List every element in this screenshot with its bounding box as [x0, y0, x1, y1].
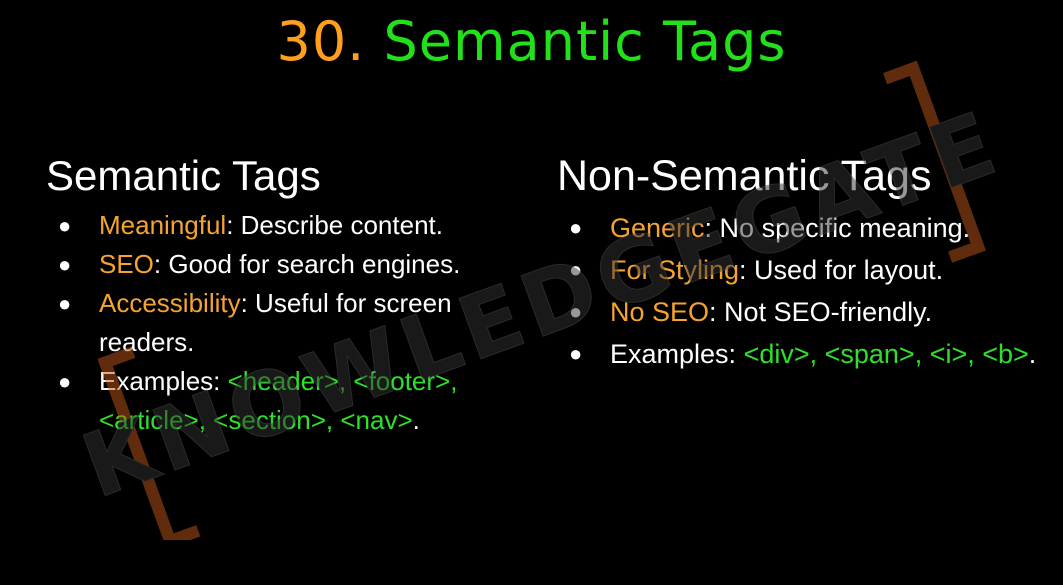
- list-item: ● No SEO: Not SEO-friendly.: [557, 291, 1037, 333]
- non-semantic-tags-list: ● Generic: No specific meaning. ● For Styl…: [557, 207, 1037, 375]
- bullet-dot-icon: ●: [569, 257, 583, 282]
- semantic-tags-heading: Semantic Tags: [46, 152, 321, 199]
- slide-number: 30.: [276, 10, 366, 73]
- slide-title-text: Semantic Tags: [383, 10, 787, 73]
- semantic-tags-column: Semantic Tags ● Meaningful: Describe cont…: [46, 152, 516, 440]
- bullet-dot-icon: ●: [58, 369, 72, 394]
- non-semantic-tags-heading: Non-Semantic Tags: [557, 152, 932, 200]
- bullet-dot-icon: ●: [569, 299, 583, 324]
- list-item: ● Meaningful: Describe content.: [46, 206, 516, 245]
- list-item: ● Examples: <header>, <footer>, <article>…: [46, 362, 516, 440]
- bullet-dot-icon: ●: [58, 252, 72, 277]
- semantic-tags-list: ● Meaningful: Describe content. ● SEO: Goo…: [46, 206, 516, 440]
- list-item: ● Accessibility: Useful for screen reader…: [46, 284, 516, 362]
- bullet-dot-icon: ●: [569, 215, 583, 240]
- bullet-dot-icon: ●: [58, 213, 72, 238]
- list-item: ● Generic: No specific meaning.: [557, 207, 1037, 249]
- list-item: ● SEO: Good for search engines.: [46, 245, 516, 284]
- list-item: ● For Styling: Used for layout.: [557, 249, 1037, 291]
- non-semantic-tags-column: Non-Semantic Tags ● Generic: No specific …: [557, 152, 1037, 375]
- list-item: ● Examples: <div>, <span>, <i>, <b>.: [557, 333, 1037, 375]
- slide-title: 30. Semantic Tags: [0, 10, 1063, 73]
- bullet-dot-icon: ●: [569, 341, 583, 366]
- bullet-dot-icon: ●: [58, 291, 72, 316]
